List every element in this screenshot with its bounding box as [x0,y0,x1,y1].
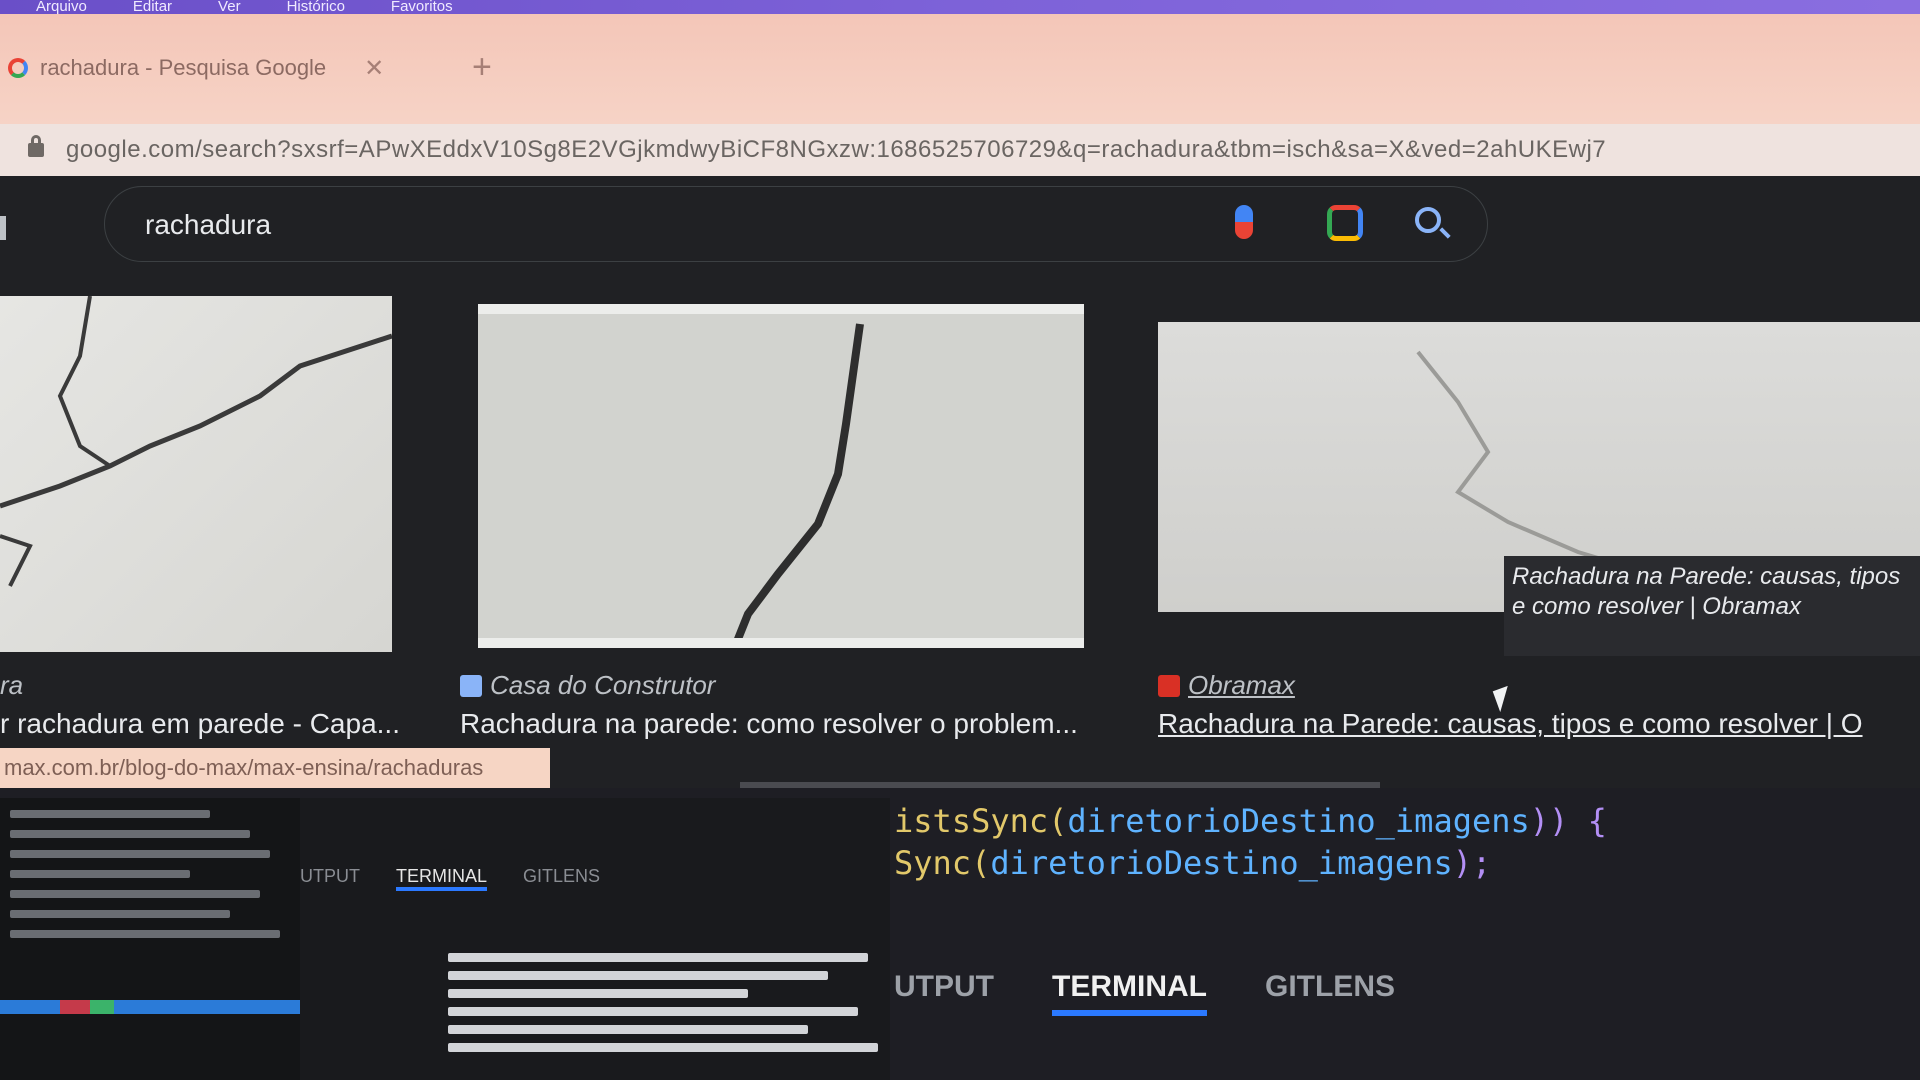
code-punct-1: )) { [1529,802,1607,840]
mini-tab-output[interactable]: UTPUT [300,866,360,891]
google-lens-icon[interactable] [1327,205,1363,241]
tab-title: rachadura - Pesquisa Google [40,55,327,80]
crack-image-1 [0,296,392,587]
code-line-1: istsSync(diretorioDestino_imagens)) { [894,800,1607,842]
code-variable-1: diretorioDestino_imagens [1067,802,1530,840]
os-menu-bar: Arquivo Editar Ver Histórico Favoritos [0,0,1920,14]
terminal-line [10,850,270,858]
lock-icon [28,135,44,157]
obramax-favicon-icon [1158,674,1180,697]
google-favicon-icon [8,58,28,78]
browser-tab[interactable]: rachadura - Pesquisa Google ✕ [0,44,440,92]
source-name-1: ra [0,670,24,700]
result-source-2[interactable]: Casa do Construtor [460,670,715,701]
code-editor[interactable]: istsSync(diretorioDestino_imagens)) { Sy… [894,800,1607,884]
terminal-line [448,953,868,962]
google-results-page: rachadura ra r rachadura em parede - Cap… [0,176,1920,788]
terminal-line [448,1007,858,1016]
status-url-bar: max.com.br/blog-do-max/max-ensina/rachad… [0,748,550,788]
secondary-terminal-output [448,944,888,1061]
secondary-panel-tabs: UTPUT TERMINAL GITLENS [300,866,600,891]
casa-do-construtor-favicon-icon [460,674,482,697]
result-title-1[interactable]: r rachadura em parede - Capa... [0,708,404,740]
url-text[interactable]: google.com/search?sxsrf=APwXEddxV10Sg8E2… [66,136,1906,164]
code-punct-2: ); [1452,844,1492,882]
tab-close-icon[interactable]: ✕ [364,54,384,83]
terminal-line [10,810,210,818]
code-function-1: istsSync( [894,802,1068,840]
terminal-line [10,830,250,838]
terminal-line [10,930,280,938]
terminal-line [448,971,828,980]
status-bar-strip [0,1000,300,1014]
result-source-1[interactable]: ra [0,670,23,701]
terminal-line [448,1043,878,1052]
terminal-line [10,870,190,878]
search-input[interactable]: rachadura [145,209,271,241]
menu-item-editar[interactable]: Editar [133,0,172,14]
menu-item-ver[interactable]: Ver [218,0,241,14]
crack-image-2 [734,323,864,638]
menu-item-historico[interactable]: Histórico [287,0,345,14]
menu-item-favoritos[interactable]: Favoritos [391,0,453,14]
tab-gitlens[interactable]: GITLENS [1265,970,1395,1016]
code-variable-2: diretorioDestino_imagens [990,844,1453,882]
link-tooltip: Rachadura na Parede: causas, tipos e com… [1504,556,1920,656]
mini-tab-gitlens[interactable]: GITLENS [523,866,600,891]
result-title-3[interactable]: Rachadura na Parede: causas, tipos e com… [1158,708,1920,740]
menu-item-arquivo[interactable]: Arquivo [36,0,87,14]
result-source-3[interactable]: Obramax [1158,670,1295,701]
terminal-line [448,1025,808,1034]
terminal-line [448,989,748,998]
panel-tabs: UTPUT TERMINAL GITLENS [894,970,1395,1016]
new-tab-button[interactable]: + [472,48,492,87]
result-title-2[interactable]: Rachadura na parede: como resolver o pro… [460,708,1090,740]
search-box[interactable]: rachadura [104,186,1488,262]
result-image-1[interactable] [0,296,392,652]
search-icon[interactable] [1415,207,1441,233]
tab-output[interactable]: UTPUT [894,970,994,1016]
code-function-2: Sync( [894,844,991,882]
browser-tab-strip: rachadura - Pesquisa Google ✕ + [0,14,1920,124]
mini-tab-terminal[interactable]: TERMINAL [396,866,488,891]
terminal-preview [0,798,300,1080]
secondary-panel: UTPUT TERMINAL GITLENS [300,798,890,1080]
terminal-line [10,890,260,898]
result-image-2[interactable] [478,304,1084,648]
microphone-icon[interactable] [1235,205,1253,239]
code-line-2: Sync(diretorioDestino_imagens); [894,842,1607,884]
source-name-2: Casa do Construtor [490,670,716,700]
tab-terminal[interactable]: TERMINAL [1052,970,1207,1016]
source-name-3: Obramax [1188,670,1295,700]
menu-edge-icon[interactable] [0,216,6,240]
terminal-line [10,910,230,918]
address-bar[interactable]: google.com/search?sxsrf=APwXEddxV10Sg8E2… [0,124,1920,176]
